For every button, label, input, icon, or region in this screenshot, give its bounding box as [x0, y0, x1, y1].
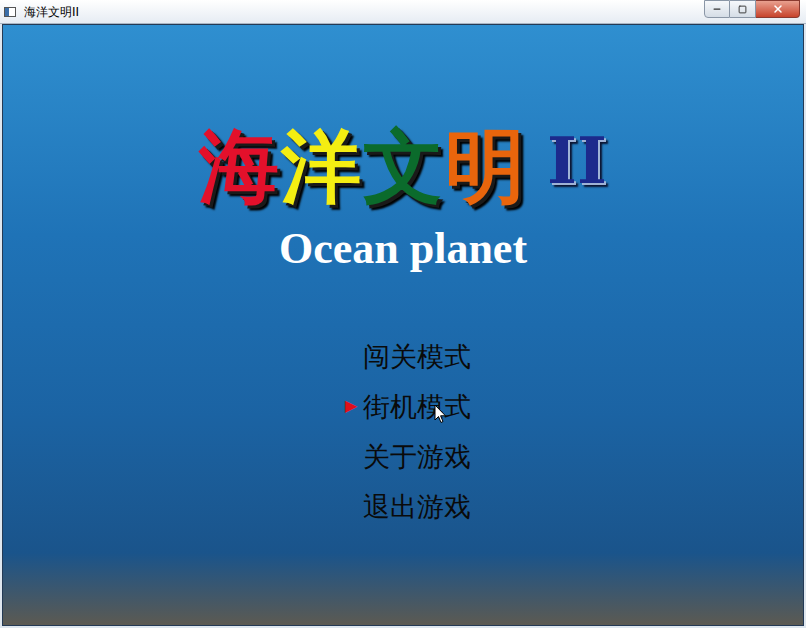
window-app-icon: [4, 7, 16, 17]
logo-character: 海: [199, 127, 279, 207]
menu-item[interactable]: ▶街机模式: [345, 388, 471, 424]
subtitle: Ocean planet: [279, 221, 527, 276]
menu-item[interactable]: ▶闯关模式: [345, 338, 471, 374]
close-icon: [772, 3, 784, 15]
menu-item-label: 闯关模式: [363, 343, 471, 370]
logo-suffix: II: [547, 129, 607, 193]
game-window: 海洋文明II海洋文明IIOcean planet▶闯关模式▶街机模式▶关于游戏▶…: [0, 0, 806, 628]
logo-character: 明: [445, 127, 525, 207]
mouse-cursor-icon: [434, 404, 447, 424]
minimize-icon: [712, 4, 722, 14]
minimize-button[interactable]: [704, 0, 730, 18]
menu-item[interactable]: ▶退出游戏: [345, 488, 471, 524]
menu-item-label: 关于游戏: [363, 443, 471, 470]
logo-character: 文: [363, 127, 443, 207]
logo-character: 洋: [281, 127, 361, 207]
window-title: 海洋文明II: [24, 6, 79, 18]
maximize-icon: [738, 5, 747, 14]
maximize-button[interactable]: [730, 0, 756, 18]
main-menu: ▶闯关模式▶街机模式▶关于游戏▶退出游戏: [345, 338, 471, 524]
menu-item[interactable]: ▶关于游戏: [345, 438, 471, 474]
menu-item-label: 退出游戏: [363, 493, 471, 520]
title-bar: 海洋文明II: [0, 0, 806, 24]
game-screen: 海洋文明IIOcean planet▶闯关模式▶街机模式▶关于游戏▶退出游戏: [2, 24, 804, 626]
game-logo: 海洋文明 II: [199, 107, 607, 207]
close-button[interactable]: [756, 0, 800, 18]
menu-item-label: 街机模式: [363, 393, 471, 420]
selection-marker: ▶: [345, 394, 363, 418]
